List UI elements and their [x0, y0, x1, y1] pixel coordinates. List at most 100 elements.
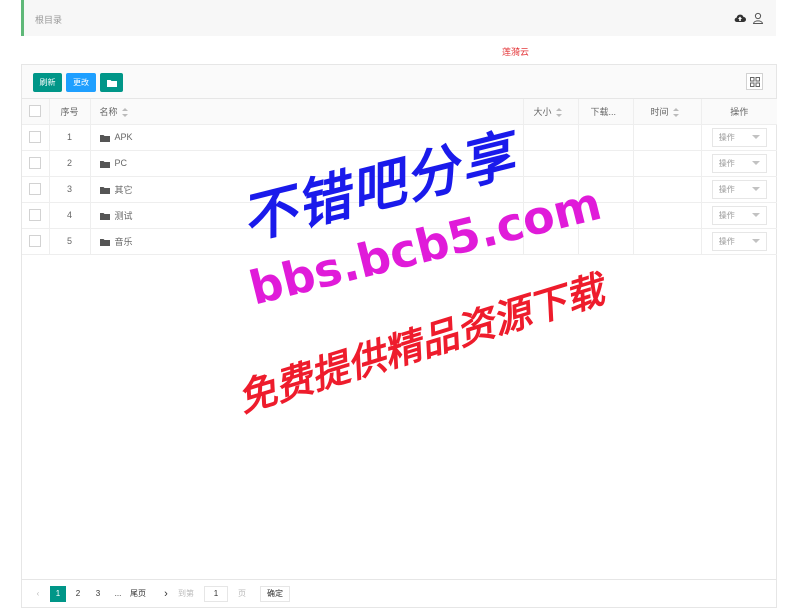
row-name[interactable]: PC — [115, 158, 128, 168]
grid-icon — [749, 76, 760, 87]
row-index: 3 — [49, 176, 91, 203]
file-panel: 刷新 更改 序号 名称 大小 下载... 时间 操作 1 APK 操作 2 PC… — [21, 64, 777, 608]
prev-page-button[interactable]: ‹ — [30, 586, 46, 602]
header-time[interactable]: 时间 — [633, 99, 702, 125]
row-action-select[interactable]: 操作 — [711, 153, 767, 173]
table-row[interactable]: 3 其它 操作 — [22, 176, 777, 203]
row-size — [523, 176, 579, 203]
row-action-label: 操作 — [718, 158, 735, 168]
folder-icon — [99, 160, 110, 168]
dropdown-icon — [751, 239, 760, 243]
table-header-row: 序号 名称 大小 下载... 时间 操作 — [22, 99, 777, 125]
change-button[interactable]: 更改 — [66, 73, 96, 92]
row-name[interactable]: 其它 — [115, 185, 133, 195]
page-button-1[interactable]: 1 — [50, 585, 66, 602]
row-size — [523, 150, 579, 177]
page-button-3[interactable]: 3 — [90, 586, 106, 602]
dropdown-icon — [751, 213, 760, 217]
header-name[interactable]: 名称 — [90, 99, 524, 125]
row-checkbox[interactable] — [29, 183, 42, 195]
row-action-label: 操作 — [718, 132, 735, 142]
cloud-upload-icon[interactable] — [734, 13, 746, 25]
row-name-cell[interactable]: APK — [90, 124, 524, 151]
header-index: 序号 — [49, 99, 91, 125]
row-checkbox[interactable] — [29, 209, 42, 221]
new-folder-button[interactable] — [100, 73, 123, 92]
header-name-label: 名称 — [99, 106, 118, 117]
row-size — [523, 202, 579, 229]
row-checkbox[interactable] — [29, 235, 42, 247]
page-button-2[interactable]: 2 — [70, 586, 86, 602]
folder-icon — [99, 187, 110, 195]
breadcrumb-bar: 根目录 — [21, 0, 776, 36]
header-size-label: 大小 — [533, 106, 552, 117]
breadcrumb-root[interactable]: 根目录 — [35, 13, 62, 26]
row-time — [633, 228, 702, 255]
header-actions: 操作 — [701, 99, 777, 125]
row-time — [633, 150, 702, 177]
row-name-cell[interactable]: 其它 — [90, 176, 524, 203]
row-action-label: 操作 — [718, 236, 735, 246]
header-downloads-label: 下载... — [590, 106, 617, 117]
next-page-button[interactable]: › — [158, 586, 174, 602]
row-index: 4 — [49, 202, 91, 229]
row-downloads — [578, 228, 634, 255]
dropdown-icon — [751, 187, 760, 191]
folder-icon — [99, 239, 110, 247]
page-ellipsis: ... — [114, 588, 122, 598]
last-page-button[interactable]: 尾页 — [130, 586, 146, 602]
file-table: 序号 名称 大小 下载... 时间 操作 1 APK 操作 2 PC 操作 3 … — [22, 99, 777, 255]
row-action-select[interactable]: 操作 — [711, 179, 767, 199]
row-time — [633, 124, 702, 151]
table-row[interactable]: 2 PC 操作 — [22, 150, 777, 177]
goto-label: 到第 — [178, 588, 194, 598]
page-unit-label: 页 — [238, 588, 246, 598]
row-index: 2 — [49, 150, 91, 177]
refresh-button[interactable]: 刷新 — [33, 73, 62, 92]
site-name[interactable]: 莲漪云 — [502, 45, 529, 58]
row-action-label: 操作 — [718, 184, 735, 194]
folder-icon — [106, 79, 117, 87]
row-action-select[interactable]: 操作 — [711, 231, 767, 251]
row-name-cell[interactable]: 音乐 — [90, 228, 524, 255]
dropdown-icon — [751, 135, 760, 139]
row-action-select[interactable]: 操作 — [711, 127, 767, 147]
dropdown-icon — [751, 161, 760, 165]
header-time-label: 时间 — [650, 106, 669, 117]
goto-confirm-button[interactable]: 确定 — [260, 585, 290, 602]
header-size[interactable]: 大小 — [523, 99, 579, 125]
row-checkbox[interactable] — [29, 157, 42, 169]
row-time — [633, 176, 702, 203]
row-downloads — [578, 202, 634, 229]
pagination: ‹ 1 2 3 ... 尾页 › 到第 1 页 确定 — [22, 579, 776, 607]
goto-page-input[interactable]: 1 — [204, 585, 228, 602]
user-icon[interactable] — [752, 12, 764, 26]
table-row[interactable]: 1 APK 操作 — [22, 124, 777, 151]
top-icons — [734, 12, 764, 26]
row-index: 1 — [49, 124, 91, 151]
row-name-cell[interactable]: PC — [90, 150, 524, 177]
row-name[interactable]: 音乐 — [115, 237, 133, 247]
row-checkbox[interactable] — [29, 131, 42, 143]
column-toggle-button[interactable] — [746, 73, 763, 90]
sort-icon[interactable] — [121, 107, 128, 117]
header-select-all[interactable] — [22, 99, 50, 125]
row-name-cell[interactable]: 测试 — [90, 202, 524, 229]
folder-icon — [99, 213, 110, 221]
row-downloads — [578, 176, 634, 203]
table-row[interactable]: 5 音乐 操作 — [22, 228, 777, 255]
folder-icon — [99, 134, 110, 142]
sort-icon[interactable] — [672, 107, 679, 117]
row-size — [523, 228, 579, 255]
sort-icon[interactable] — [555, 107, 562, 117]
row-downloads — [578, 150, 634, 177]
row-name[interactable]: APK — [115, 132, 133, 142]
row-time — [633, 202, 702, 229]
row-action-select[interactable]: 操作 — [711, 205, 767, 225]
toolbar: 刷新 更改 — [22, 65, 776, 99]
table-row[interactable]: 4 测试 操作 — [22, 202, 777, 229]
row-name[interactable]: 测试 — [115, 211, 133, 221]
select-all-checkbox[interactable] — [29, 105, 42, 118]
header-downloads[interactable]: 下载... — [578, 99, 634, 125]
row-index: 5 — [49, 228, 91, 255]
